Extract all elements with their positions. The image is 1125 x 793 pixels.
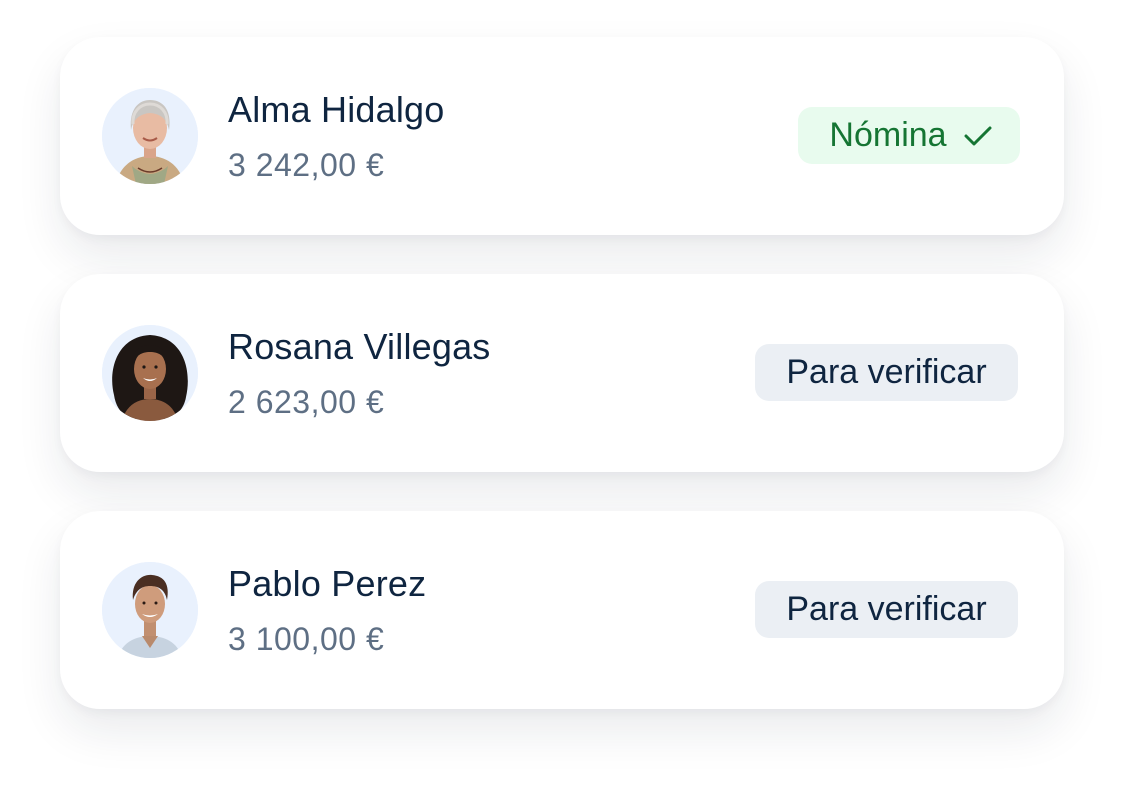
employee-card[interactable]: Rosana Villegas 2 623,00 € Para verifica… — [60, 274, 1064, 472]
employee-card[interactable]: Alma Hidalgo 3 242,00 € Nómina — [60, 37, 1064, 235]
employee-amount: 3 100,00 € — [228, 621, 385, 657]
employee-name: Rosana Villegas — [228, 326, 491, 367]
status-label: Para verificar — [786, 353, 987, 391]
status-badge: Para verificar — [755, 344, 1018, 401]
avatar — [102, 88, 198, 184]
payroll-list: Alma Hidalgo 3 242,00 € Nómina Rosana Vi… — [0, 0, 1125, 793]
check-icon — [963, 123, 993, 149]
employee-amount: 3 242,00 € — [228, 147, 385, 183]
status-badge: Para verificar — [755, 581, 1018, 638]
employee-amount: 2 623,00 € — [228, 384, 385, 420]
avatar — [102, 562, 198, 658]
avatar — [102, 325, 198, 421]
status-badge: Nómina — [798, 107, 1020, 164]
status-label: Para verificar — [786, 590, 987, 628]
employee-name: Alma Hidalgo — [228, 89, 445, 130]
employee-card[interactable]: Pablo Perez 3 100,00 € Para verificar — [60, 511, 1064, 709]
employee-name: Pablo Perez — [228, 563, 427, 604]
status-label: Nómina — [829, 116, 947, 154]
